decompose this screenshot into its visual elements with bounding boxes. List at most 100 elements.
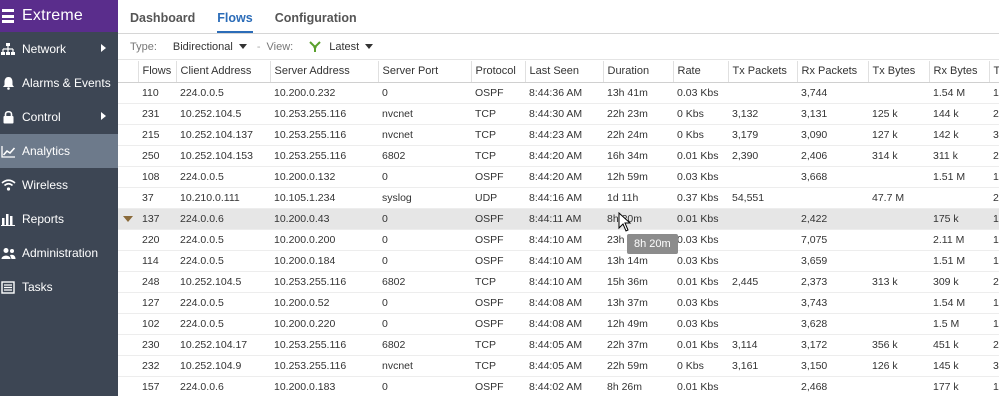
tab-configuration[interactable]: Configuration	[275, 11, 357, 33]
cell-rx-packets: 2,373	[797, 271, 868, 293]
column-header-server-address[interactable]: Server Address	[270, 61, 379, 83]
row-marker-header	[118, 61, 139, 83]
flows-toolbar: Type: Bidirectional - View: Latest	[118, 34, 999, 60]
cell-rx-packets: 3,150	[797, 355, 868, 377]
sidebar-item-wireless[interactable]: Wireless	[0, 168, 118, 202]
cell-rx-bytes: 145 k	[929, 355, 989, 377]
cell-last-seen: 8:44:08 AM	[525, 313, 603, 335]
cell-last-seen: 8:44:30 AM	[525, 103, 603, 125]
table-row[interactable]: 137 224.0.0.6 10.200.0.43 0 OSPF 8:44:11 AM 8h…	[118, 208, 999, 230]
cell-last-seen: 8:44:10 AM	[525, 229, 603, 251]
cell-rx-packets: 3,659	[797, 250, 868, 272]
cell-server-address: 10.200.0.43	[270, 208, 378, 230]
chevron-right-icon	[101, 44, 106, 52]
column-header-server-port[interactable]: Server Port	[378, 61, 472, 83]
brand-header[interactable]: Extreme	[0, 0, 118, 32]
cell-rate: 0.01 Kbs	[673, 271, 728, 293]
column-header-client-address[interactable]: Client Address	[176, 61, 271, 83]
column-header-rx-bytes[interactable]: Rx Bytes	[929, 61, 990, 83]
table-row[interactable]: 127 224.0.0.5 10.200.0.52 0 OSPF 8:44:08 AM 13…	[118, 292, 999, 314]
cell-rate: 0.01 Kbs	[673, 334, 728, 356]
row-marker	[118, 187, 138, 209]
cell-client-address: 224.0.0.5	[176, 250, 270, 272]
cell-last-seen: 8:44:10 AM	[525, 271, 603, 293]
cell-last-seen: 8:44:08 AM	[525, 292, 603, 314]
column-header-flows[interactable]: Flows	[138, 61, 177, 83]
row-marker	[118, 103, 138, 125]
separator: -	[256, 40, 261, 53]
column-header-t[interactable]: T	[989, 61, 999, 83]
sidebar-item-network[interactable]: Network	[0, 32, 118, 66]
column-header-rx-packets[interactable]: Rx Packets	[797, 61, 869, 83]
cell-rx-packets: 2,468	[797, 376, 868, 396]
cell-rx-bytes	[929, 187, 989, 209]
cell-rx-bytes: 2.11 M	[929, 229, 989, 251]
cell-rate: 0.03 Kbs	[673, 82, 728, 104]
table-row[interactable]: 108 224.0.0.5 10.200.0.132 0 OSPF 8:44:20 AM 1…	[118, 166, 999, 188]
cell-rate: 0 Kbs	[673, 103, 728, 125]
table-row[interactable]: 157 224.0.0.6 10.200.0.183 0 OSPF 8:44:02 AM 8…	[118, 376, 999, 396]
cell-rx-packets: 3,628	[797, 313, 868, 335]
row-marker	[118, 166, 138, 188]
cell-client-address: 10.252.104.5	[176, 271, 270, 293]
table-row[interactable]: 248 10.252.104.5 10.253.255.116 6802 TCP 8:44…	[118, 271, 999, 293]
table-row[interactable]: 250 10.252.104.153 10.253.255.116 6802 TCP 8:…	[118, 145, 999, 167]
cell-rx-packets: 3,744	[797, 82, 868, 104]
table-row[interactable]: 220 224.0.0.5 10.200.0.200 0 OSPF 8:44:10 AM 2…	[118, 229, 999, 251]
column-header-tx-packets[interactable]: Tx Packets	[728, 61, 798, 83]
column-header-rate[interactable]: Rate	[673, 61, 729, 83]
cell-server-address: 10.253.255.116	[270, 145, 378, 167]
cell-tx-bytes: 127 k	[868, 124, 929, 146]
sidebar-item-tasks[interactable]: Tasks	[0, 270, 118, 304]
cell-last-seen: 8:44:05 AM	[525, 355, 603, 377]
table-row[interactable]: 231 10.252.104.5 10.253.255.116 nvcnet TCP 8:…	[118, 103, 999, 125]
cell-rx-bytes: 1.5 M	[929, 313, 989, 335]
cell-protocol: OSPF	[471, 166, 525, 188]
type-select[interactable]: Bidirectional	[173, 41, 247, 53]
column-header-duration[interactable]: Duration	[603, 61, 674, 83]
cell-protocol: TCP	[471, 271, 525, 293]
cell-rx-bytes: 1.54 M	[929, 82, 989, 104]
table-row[interactable]: 110 224.0.0.5 10.200.0.232 0 OSPF 8:44:36 AM 1…	[118, 82, 999, 104]
cell-last-seen: 8:44:20 AM	[525, 166, 603, 188]
tab-flows[interactable]: Flows	[217, 11, 253, 33]
expand-row-icon[interactable]	[123, 215, 133, 222]
cell-client-address: 224.0.0.5	[176, 166, 270, 188]
mouse-pointer-icon	[618, 211, 632, 235]
cell-server-port: syslog	[378, 187, 471, 209]
sidebar-item-analytics[interactable]: Analytics	[0, 134, 118, 168]
column-header-tx-bytes[interactable]: Tx Bytes	[868, 61, 930, 83]
cell-tx-packets: 3,114	[728, 334, 797, 356]
row-marker	[118, 292, 138, 314]
table-row[interactable]: 215 10.252.104.137 10.253.255.116 nvcnet TCP…	[118, 124, 999, 146]
table-row[interactable]: 230 10.252.104.17 10.253.255.116 6802 TCP 8:4…	[118, 334, 999, 356]
table-row[interactable]: 114 224.0.0.5 10.200.0.184 0 OSPF 8:44:10 AM 1…	[118, 250, 999, 272]
sidebar-item-label: Network	[22, 42, 67, 56]
table-row[interactable]: 37 10.210.0.111 10.105.1.234 syslog UDP 8:44:…	[118, 187, 999, 209]
sidebar-item-control[interactable]: Control	[0, 100, 118, 134]
column-header-last-seen[interactable]: Last Seen	[525, 61, 604, 83]
cell-duration: 8h 26m	[603, 376, 673, 396]
column-header-protocol[interactable]: Protocol	[471, 61, 526, 83]
table-row[interactable]: 232 10.252.104.9 10.253.255.116 nvcnet TCP 8:…	[118, 355, 999, 377]
main-panel: Dashboard Flows Configuration Type: Bidire…	[118, 0, 999, 396]
cell-server-address: 10.200.0.220	[270, 313, 378, 335]
table-row[interactable]: 102 224.0.0.5 10.200.0.220 0 OSPF 8:44:08 AM 1…	[118, 313, 999, 335]
sidebar-item-administration[interactable]: Administration	[0, 236, 118, 270]
view-select[interactable]: Latest	[309, 41, 374, 53]
tasks-icon	[0, 280, 16, 294]
cell-server-port: nvcnet	[378, 355, 471, 377]
sidebar-item-reports[interactable]: Reports	[0, 202, 118, 236]
cell-duration: 15h 36m	[603, 271, 673, 293]
cell-rx-packets: 3,743	[797, 292, 868, 314]
tab-dashboard[interactable]: Dashboard	[130, 11, 195, 33]
bell-icon	[0, 76, 16, 90]
cell-server-address: 10.253.255.116	[270, 124, 378, 146]
cell-rx-bytes: 1.51 M	[929, 250, 989, 272]
cell-tx-bytes: 313 k	[868, 271, 929, 293]
cell-tx-bytes: 356 k	[868, 334, 929, 356]
cell-tx-bytes	[868, 208, 929, 230]
sidebar-item-alarms-events[interactable]: Alarms & Events	[0, 66, 118, 100]
cell-t: 3	[989, 124, 999, 146]
cell-client-address: 224.0.0.5	[176, 313, 270, 335]
